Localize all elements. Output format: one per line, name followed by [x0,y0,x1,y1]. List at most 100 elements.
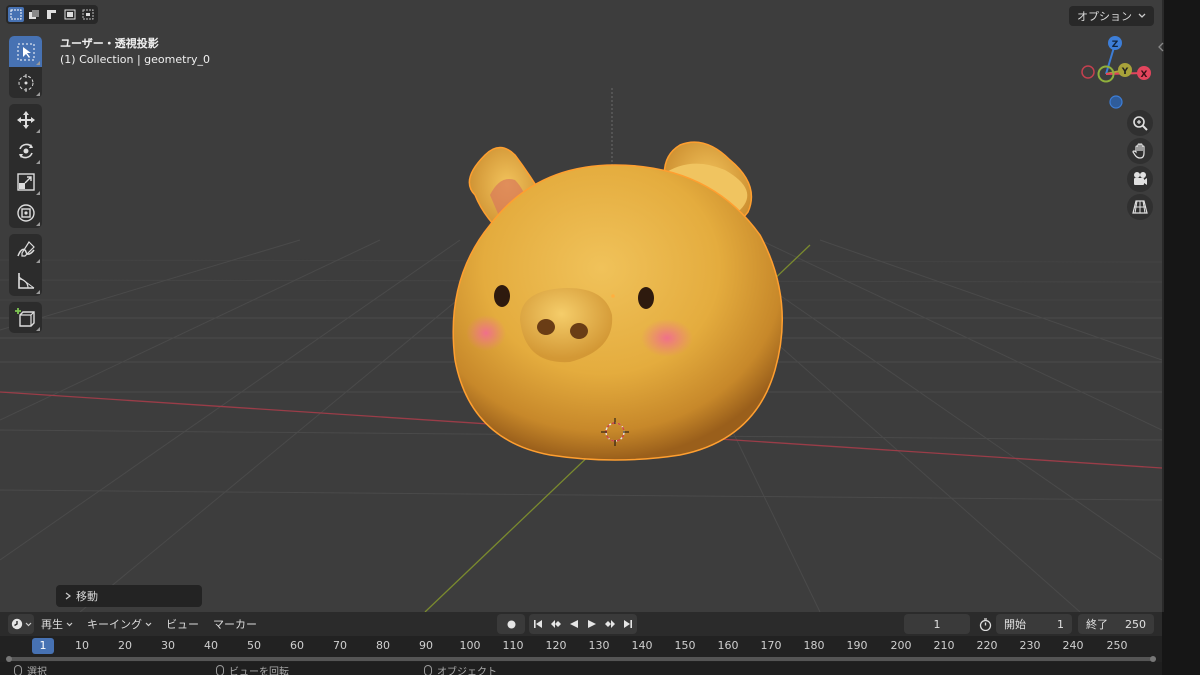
jump-start-button[interactable] [529,614,547,634]
left-eye [494,285,510,307]
navigation-gizmo[interactable]: Z Y X [1080,34,1156,110]
prev-keyframe-icon [551,620,561,628]
end-frame-field[interactable]: 終了 250 [1078,614,1154,634]
rotate-tool[interactable] [9,135,42,166]
start-frame-field[interactable]: 開始 1 [996,614,1072,634]
scrollbar-track[interactable] [8,657,1156,661]
hint-rotate-label: ビューを回転 [229,667,289,675]
select-extend-icon[interactable] [26,7,42,22]
playback-menu[interactable]: 再生 [34,612,80,636]
select-invert-icon[interactable] [62,7,78,22]
start-frame-value: 1 [1057,617,1064,631]
mouse-middle-icon [216,665,224,675]
view-projection-label: ユーザー・透視投影 [60,37,159,50]
ruler-tick: 220 [976,639,998,652]
select-mode-group [6,5,98,24]
camera-view-button[interactable] [1127,166,1153,192]
ruler-tick: 210 [933,639,955,652]
ruler-tick: 60 [290,639,304,652]
play-icon [588,620,596,628]
chevron-down-icon [145,622,152,626]
marker-menu-label: マーカー [213,618,257,631]
tool-group-select [9,36,42,98]
chevron-right-icon [65,592,71,600]
next-keyframe-icon [605,620,615,628]
measure-tool[interactable] [9,265,42,296]
chevron-down-icon [66,622,73,626]
left-cheek [466,315,506,351]
right-cheek [641,319,693,357]
cursor-tool[interactable] [9,67,42,98]
hint-select-label: 選択 [27,667,47,675]
current-frame-field[interactable]: 1 [904,614,970,634]
ruler-tick: 130 [588,639,610,652]
ruler-tick: 200 [890,639,912,652]
play-reverse-button[interactable] [565,614,583,634]
status-bar: 選択 ビューを回転 オブジェクト [0,662,1162,675]
grid-ortho-icon [1132,200,1148,214]
keying-menu-label: キーイング [87,618,142,631]
jump-end-button[interactable] [619,614,637,634]
ruler-tick: 30 [161,639,175,652]
sidebar-toggle-icon[interactable] [1156,42,1166,52]
timeline-ruler[interactable]: 1 10 20 30 40 50 60 70 80 90 100 110 120… [0,636,1162,656]
3d-viewport[interactable]: オプション ユーザー・透視投影 (1) Collection | geometr… [0,0,1162,612]
select-subtract-icon[interactable] [44,7,60,22]
next-keyframe-button[interactable] [601,614,619,634]
editor-type-button[interactable] [8,614,34,634]
marker-menu[interactable]: マーカー [206,612,264,636]
collection-label: (1) Collection | geometry_0 [60,53,210,66]
keying-menu[interactable]: キーイング [80,612,159,636]
ruler-tick: 180 [803,639,825,652]
rotate-icon [18,143,33,158]
add-cube-tool[interactable] [9,302,42,333]
tool-group-add [9,302,42,333]
ruler-tick: 100 [459,639,481,652]
ruler-tick: 70 [333,639,347,652]
move-tool[interactable] [9,104,42,135]
prev-keyframe-button[interactable] [547,614,565,634]
timeline-header: 再生 キーイング ビュー マーカー 1 開始 1 終了 250 [0,612,1162,636]
hand-pan-icon [1132,143,1145,159]
ruler-tick: 40 [204,639,218,652]
ruler-tick: 10 [75,639,89,652]
ruler-tick: 50 [247,639,261,652]
transform-tool[interactable] [9,197,42,228]
options-dropdown[interactable]: オプション [1069,6,1154,26]
zoom-icon [1133,116,1148,131]
pig-head-object[interactable] [430,140,800,470]
stopwatch-icon [979,617,991,631]
ruler-tick: 110 [502,639,524,652]
object-origin [611,294,615,298]
head-body [452,164,783,461]
ruler-tick: 250 [1106,639,1128,652]
transport-buttons [529,614,637,634]
select-box-tool[interactable] [9,36,42,67]
select-cursor-icon [17,43,34,60]
view-menu[interactable]: ビュー [159,612,206,636]
playback-controls [497,614,637,634]
zoom-button[interactable] [1127,110,1153,136]
right-edge-panel [1158,0,1200,675]
select-intersect-icon[interactable] [80,7,96,22]
record-icon [507,620,515,628]
end-frame-value: 250 [1125,617,1146,631]
ortho-toggle-button[interactable] [1127,194,1153,220]
last-operator-panel[interactable]: 移動 [56,585,202,607]
tool-group-transform [9,104,42,228]
scale-tool[interactable] [9,166,42,197]
select-new-icon[interactable] [8,7,24,22]
tool-group-annotate [9,234,42,296]
annotate-tool[interactable] [9,234,42,265]
left-nostril [537,319,555,335]
clock-editor-icon [11,618,22,630]
pan-button[interactable] [1127,138,1153,164]
stopwatch-toggle[interactable] [976,614,994,634]
auto-keying-button[interactable] [497,614,525,634]
play-button[interactable] [583,614,601,634]
ruler-tick: 150 [674,639,696,652]
viewport-info: ユーザー・透視投影 (1) Collection | geometry_0 [60,36,210,68]
current-frame-indicator[interactable]: 1 [32,638,54,654]
z-axis-label: Z [1112,40,1119,50]
options-label: オプション [1077,10,1132,23]
